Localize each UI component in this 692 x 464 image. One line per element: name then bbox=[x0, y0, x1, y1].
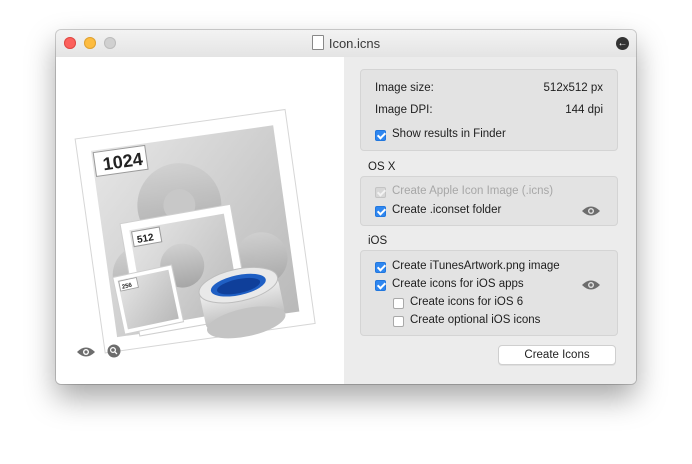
icon-preview-image: 1024 512 256 bbox=[74, 108, 316, 354]
preview-pane: 1024 512 256 bbox=[56, 57, 344, 384]
osx-section-title: OS X bbox=[368, 161, 396, 173]
show-results-label: Show results in Finder bbox=[392, 128, 506, 140]
back-arrow-icon[interactable]: ← bbox=[616, 37, 629, 50]
ios-apps-label: Create icons for iOS apps bbox=[392, 278, 524, 290]
info-panel: Image size: 512x512 px Image DPI: 144 dp… bbox=[360, 69, 618, 151]
optional-ios-icons-label: Create optional iOS icons bbox=[410, 314, 541, 326]
document-icon bbox=[311, 35, 324, 50]
iconset-folder-checkbox[interactable] bbox=[375, 206, 386, 217]
show-results-checkbox[interactable] bbox=[375, 130, 386, 141]
title-bar: Icon.icns ← bbox=[56, 30, 636, 57]
settings-pane: Image size: 512x512 px Image DPI: 144 dp… bbox=[344, 57, 636, 384]
optional-ios-icons-checkbox[interactable] bbox=[393, 316, 404, 327]
ios-panel: Create iTunesArtwork.png image Create ic… bbox=[360, 250, 618, 336]
eye-icon[interactable] bbox=[581, 279, 601, 291]
image-size-label: Image size: bbox=[375, 82, 434, 94]
magnifier-icon[interactable] bbox=[107, 344, 121, 358]
itunes-artwork-checkbox[interactable] bbox=[375, 262, 386, 273]
create-icons-button[interactable]: Create Icons bbox=[498, 345, 616, 365]
iconset-folder-label: Create .iconset folder bbox=[392, 204, 502, 216]
ios-section-title: iOS bbox=[368, 235, 388, 247]
eye-icon[interactable] bbox=[581, 205, 601, 217]
image-dpi-value: 144 dpi bbox=[565, 104, 603, 116]
ios6-icons-label: Create icons for iOS 6 bbox=[410, 296, 524, 308]
image-dpi-label: Image DPI: bbox=[375, 104, 433, 116]
osx-panel: Create Apple Icon Image (.icns) Create .… bbox=[360, 176, 618, 226]
window-title-text: Icon.icns bbox=[328, 36, 381, 51]
apple-icon-image-label: Create Apple Icon Image (.icns) bbox=[392, 185, 554, 197]
apple-icon-image-checkbox bbox=[375, 187, 386, 198]
ios6-icons-checkbox[interactable] bbox=[393, 298, 404, 309]
app-window: Icon.icns ← 1024 512 256 Image size: 512… bbox=[56, 30, 636, 384]
ios-apps-checkbox[interactable] bbox=[375, 280, 386, 291]
itunes-artwork-label: Create iTunesArtwork.png image bbox=[392, 260, 560, 272]
image-size-value: 512x512 px bbox=[543, 82, 603, 94]
eye-icon[interactable] bbox=[76, 346, 96, 358]
window-title: Icon.icns bbox=[56, 35, 636, 51]
